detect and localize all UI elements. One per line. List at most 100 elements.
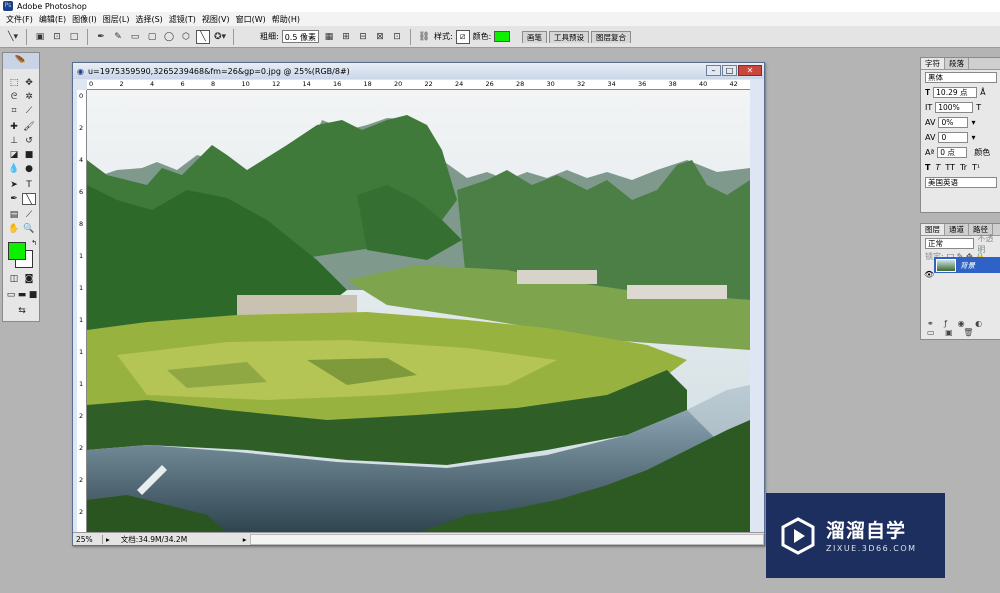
standard-mode-icon[interactable]: ◫ [7,273,21,285]
ruler-tick-label: 8 [79,220,84,228]
quick-mask-icon[interactable]: ◙ [22,273,36,285]
visibility-eye-icon[interactable]: 👁 [924,270,934,279]
rectangle-shape-icon[interactable]: ▭ [128,30,142,44]
freeform-pen-icon[interactable]: ✎ [111,30,125,44]
blur-tool-icon[interactable]: 💧 [7,163,21,175]
small-caps-icon[interactable]: Tr [960,163,967,172]
line-tool-preset-icon[interactable]: ╲▾ [6,30,20,44]
font-family-select[interactable]: 黑体 [925,72,997,83]
type-tool-icon[interactable]: T [22,179,36,191]
close-icon[interactable]: ✕ [738,65,762,76]
notes-tool-icon[interactable]: ▤ [7,209,21,221]
kerning-select-icon[interactable]: ▾ [971,133,975,142]
history-brush-icon[interactable]: ↺ [22,135,36,147]
language-select[interactable]: 美国英语 [925,177,997,188]
dodge-tool-icon[interactable]: ● [22,163,36,175]
font-size-input[interactable]: 10.29 点 [933,87,978,98]
tab-channels[interactable]: 通道 [945,224,969,235]
custom-shape-icon[interactable]: ✪▾ [213,30,227,44]
tab-layers[interactable]: 图层 [921,224,945,235]
foreground-color-swatch-top[interactable] [8,242,26,260]
menu-edit[interactable]: 编辑(E) [36,14,69,25]
window-controls: – □ ✕ [706,65,762,76]
toolbox: 🪶 ⬚ ✥ ᘓ ✲ ⌗ ⟋ ✚ 🖌 ⊥ ↺ ◪ ■ 💧 ● ➤ T ✒ ╲ ▤ … [2,52,40,322]
menu-layer[interactable]: 图层(L) [100,14,133,25]
jump-to-imageready-icon[interactable]: ⇆ [11,305,33,317]
image-canvas[interactable] [87,90,750,533]
paths-icon[interactable]: ⊡ [50,30,64,44]
document-titlebar[interactable]: ◉ u=1975359590,3265239468&fm=26&gp=0.jpg… [73,63,764,79]
add-to-shape-icon[interactable]: ⊞ [339,30,353,44]
marquee-tool-icon[interactable]: ⬚ [7,77,21,89]
maximize-icon[interactable]: □ [722,65,737,76]
polygon-shape-icon[interactable]: ⬡ [179,30,193,44]
ruler-tick-label: 2 [79,124,84,132]
minimize-icon[interactable]: – [706,65,721,76]
menu-file[interactable]: 文件(F) [3,14,36,25]
pen-tool-icon[interactable]: ✒ [94,30,108,44]
tab-layer-comps[interactable]: 图层复合 [591,31,631,43]
pen-tool-icon[interactable]: ✒ [7,193,21,205]
tab-character[interactable]: 字符 [921,58,945,69]
horizontal-scrollbar[interactable] [249,533,764,545]
path-selection-icon[interactable]: ➤ [7,179,21,191]
eyedropper-icon[interactable]: ⟋ [22,209,36,221]
crop-tool-icon[interactable]: ⌗ [7,105,21,117]
subtract-shape-icon[interactable]: ⊟ [356,30,370,44]
screen-mode-full-icon[interactable]: ■ [26,289,40,301]
status-menu-icon[interactable]: ▸ [103,535,113,544]
superscript-icon[interactable]: T¹ [972,163,980,172]
gradient-tool-icon[interactable]: ■ [22,149,36,161]
brush-tool-icon[interactable]: 🖌 [22,121,36,133]
vertical-scale-input[interactable]: 100% [935,102,974,113]
ruler-tick-label: 12 [272,80,281,88]
color-swatch[interactable] [494,31,511,42]
horizontal-ruler[interactable]: 0 2 4 6 8 10 12 14 16 18 20 22 24 26 28 30 32 34 36 38 40 42 [87,80,750,90]
faux-bold-icon[interactable]: T [925,163,930,172]
rounded-rectangle-shape-icon[interactable]: ▢ [145,30,159,44]
baseline-input[interactable]: 0 点 [937,147,968,158]
style-picker[interactable]: ⧄ [455,29,470,44]
exclude-shape-icon[interactable]: ⊡ [390,30,404,44]
vertical-ruler[interactable]: 0 2 4 6 8 1 1 1 1 1 2 2 2 2 [77,90,87,534]
swap-colors-icon[interactable]: ↰ [27,237,41,249]
zoom-tool-icon[interactable]: 🔍 [22,223,36,235]
hand-tool-icon[interactable]: ✋ [7,223,21,235]
layer-row-background[interactable]: 背景 [934,257,1000,273]
menu-help[interactable]: 帮助(H) [269,14,303,25]
menu-select[interactable]: 选择(S) [132,14,165,25]
move-tool-icon[interactable]: ✥ [22,77,36,89]
new-shape-layer-icon[interactable]: ▦ [322,30,336,44]
shape-layers-icon[interactable]: ▣ [33,30,47,44]
line-shape-icon[interactable]: ╲ [196,29,210,44]
status-arrow-icon[interactable]: ▸ [243,535,250,544]
tab-brushes[interactable]: 画笔 [522,31,547,43]
intersect-shape-icon[interactable]: ⊠ [373,30,387,44]
fill-pixels-icon[interactable]: □ [67,30,81,44]
lasso-tool-icon[interactable]: ᘓ [7,91,21,103]
blend-mode-select[interactable]: 正常 [925,238,975,249]
clone-stamp-icon[interactable]: ⊥ [7,135,21,147]
tab-tool-presets[interactable]: 工具预设 [549,31,589,43]
menu-image[interactable]: 图像(I) [69,14,100,25]
tracking-select-icon[interactable]: ▾ [971,118,975,127]
weight-input[interactable]: 0.5 像素 [281,30,319,43]
kerning-input[interactable]: 0 [938,132,969,143]
menu-window[interactable]: 窗口(W) [233,14,269,25]
toolbox-header[interactable]: 🪶 [3,53,39,69]
eraser-tool-icon[interactable]: ◪ [7,149,21,161]
line-tool-icon[interactable]: ╲ [22,193,36,205]
link-style-icon[interactable]: ⛓ [417,30,431,44]
zoom-level[interactable]: 25% [73,534,103,544]
slice-tool-icon[interactable]: ⟋ [22,105,36,117]
healing-brush-icon[interactable]: ✚ [7,121,21,133]
layer-panel-footer-icons[interactable]: ⚭ ƒ ◉ ◐ ▭ ▣ 🗑 [927,319,1000,337]
menu-view[interactable]: 视图(V) [199,14,233,25]
faux-italic-icon[interactable]: T [935,163,940,172]
tracking-input[interactable]: 0% [938,117,969,128]
magic-wand-icon[interactable]: ✲ [22,91,36,103]
all-caps-icon[interactable]: TT [945,163,955,172]
tab-paragraph[interactable]: 段落 [945,58,969,69]
ellipse-shape-icon[interactable]: ◯ [162,30,176,44]
menu-filter[interactable]: 滤镜(T) [166,14,199,25]
